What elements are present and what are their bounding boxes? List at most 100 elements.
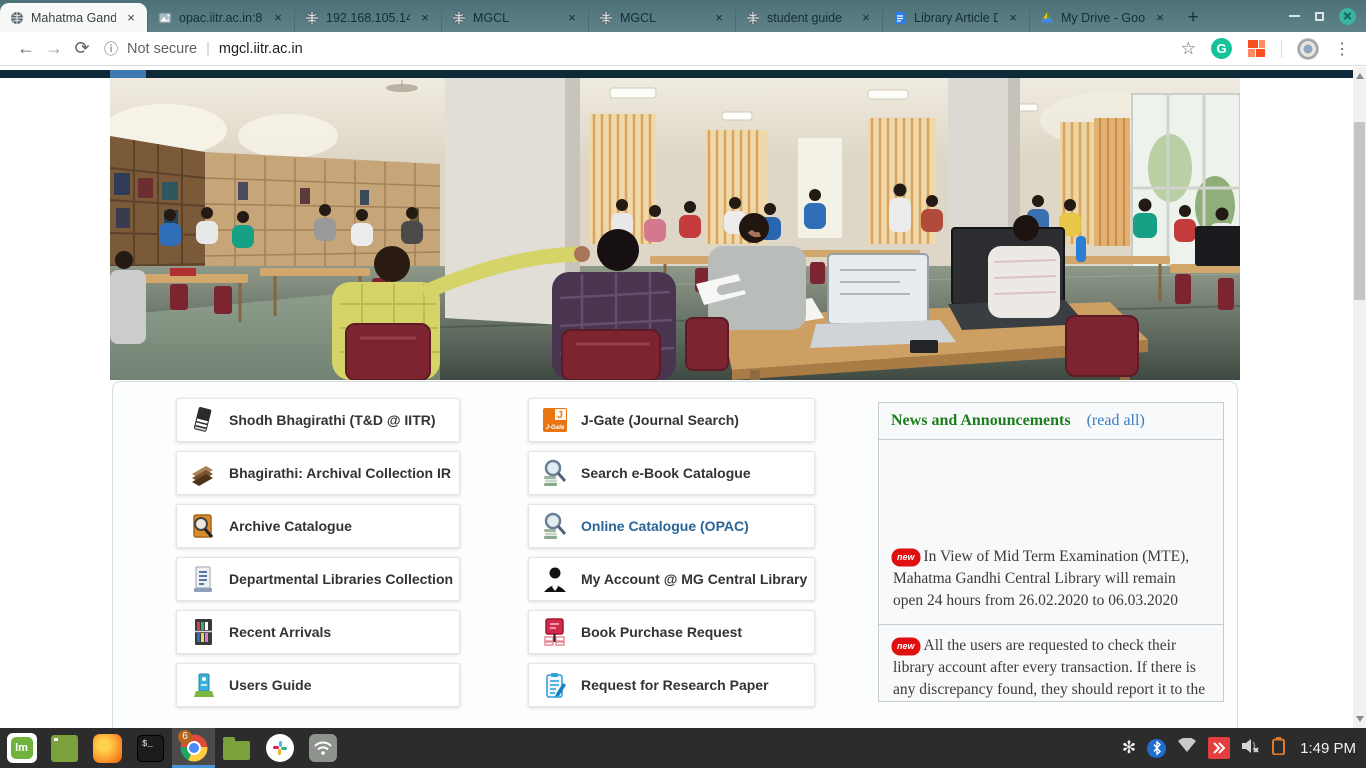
menu-kebab-icon[interactable]: ⋮ bbox=[1334, 39, 1350, 59]
toolbar-actions: ☆ G ⋮ bbox=[1181, 38, 1354, 60]
menu-shodh-bhagirathi[interactable]: Shodh Bhagirathi (T&D @ IITR) bbox=[176, 398, 460, 442]
info-icon[interactable]: ⓘ bbox=[104, 39, 118, 59]
extension-icon[interactable] bbox=[1247, 39, 1266, 58]
reload-button[interactable]: ⟳ bbox=[68, 38, 96, 59]
google-docs-icon bbox=[893, 11, 907, 25]
tab-title: MGCL bbox=[620, 11, 704, 25]
tab-mgcl-1[interactable]: MGCL × bbox=[441, 3, 588, 32]
thesis-book-icon bbox=[190, 406, 216, 434]
bookmark-star-icon[interactable]: ☆ bbox=[1181, 39, 1196, 59]
close-tab-icon[interactable]: × bbox=[1152, 10, 1168, 26]
address-bar[interactable]: ⓘ Not secure | mgcl.iitr.ac.in bbox=[104, 39, 1181, 59]
bookshelf-icon bbox=[190, 618, 216, 646]
bluetooth-icon[interactable] bbox=[1147, 739, 1166, 758]
minimize-button[interactable] bbox=[1289, 15, 1300, 17]
web-page: Shodh Bhagirathi (T&D @ IITR) Bhagirathi… bbox=[0, 67, 1366, 728]
page-scrollbar[interactable] bbox=[1353, 67, 1366, 728]
svg-text:J: J bbox=[557, 410, 563, 421]
menu-jgate[interactable]: JJ-Gate J-Gate (Journal Search) bbox=[528, 398, 815, 442]
tab-title: My Drive - Goog bbox=[1061, 11, 1145, 25]
menu-search-ebook[interactable]: Search e-Book Catalogue bbox=[528, 451, 815, 495]
slack-launcher[interactable] bbox=[258, 728, 301, 768]
taskbar: lm $_ 6 ✻ bbox=[0, 728, 1366, 768]
news-item: newAll the users are requested to check … bbox=[879, 624, 1223, 702]
wifi-icon bbox=[309, 734, 337, 762]
menu-label: Search e-Book Catalogue bbox=[581, 465, 751, 481]
close-tab-icon[interactable]: × bbox=[270, 10, 286, 26]
menu-research-paper-request[interactable]: Request for Research Paper bbox=[528, 663, 815, 707]
close-tab-icon[interactable]: × bbox=[417, 10, 433, 26]
archival-books-icon bbox=[190, 459, 216, 487]
clipboard-pencil-icon bbox=[542, 671, 568, 699]
guide-kiosk-icon bbox=[190, 671, 216, 699]
globe-icon bbox=[305, 11, 319, 25]
tab-mahatma-gandhi[interactable]: Mahatma Gand × bbox=[0, 3, 147, 32]
close-tab-icon[interactable]: × bbox=[123, 10, 139, 26]
menu-label: Online Catalogue (OPAC) bbox=[581, 518, 749, 534]
menu-label: Bhagirathi: Archival Collection IR bbox=[229, 465, 451, 481]
close-tab-icon[interactable]: × bbox=[1005, 10, 1021, 26]
mint-menu-button[interactable]: lm bbox=[0, 728, 43, 768]
read-all-link[interactable]: (read all) bbox=[1087, 412, 1145, 430]
window-controls bbox=[1289, 0, 1356, 32]
menu-archive-catalogue[interactable]: Archive Catalogue bbox=[176, 504, 460, 548]
network-settings-launcher[interactable] bbox=[301, 728, 344, 768]
wifi-tray-icon[interactable] bbox=[1177, 738, 1197, 758]
battery-icon[interactable] bbox=[1272, 737, 1285, 760]
person-icon bbox=[542, 565, 568, 593]
show-desktop-button[interactable] bbox=[43, 728, 86, 768]
menu-recent-arrivals[interactable]: Recent Arrivals bbox=[176, 610, 460, 654]
tab-library-article[interactable]: Library Article D × bbox=[882, 3, 1029, 32]
close-window-button[interactable] bbox=[1339, 8, 1356, 25]
menu-book-purchase[interactable]: Book Purchase Request bbox=[528, 610, 815, 654]
new-tab-button[interactable]: + bbox=[1176, 3, 1210, 32]
menu-label: Departmental Libraries Collection bbox=[229, 571, 453, 587]
menu-departmental-libraries[interactable]: Departmental Libraries Collection bbox=[176, 557, 460, 601]
restore-button[interactable] bbox=[1315, 12, 1324, 21]
url-text[interactable]: mgcl.iitr.ac.in bbox=[219, 41, 303, 57]
scroll-up-arrow[interactable] bbox=[1356, 73, 1364, 79]
archive-search-icon bbox=[190, 512, 216, 540]
forward-button[interactable]: → bbox=[40, 38, 68, 59]
chrome-launcher[interactable]: 6 bbox=[172, 728, 215, 768]
slack-tray-icon[interactable]: ✻ bbox=[1122, 738, 1136, 758]
profile-avatar[interactable] bbox=[1297, 38, 1319, 60]
menu-my-account[interactable]: My Account @ MG Central Library bbox=[528, 557, 815, 601]
system-tray: ✻ 1:49 PM bbox=[1122, 737, 1366, 760]
search-books-icon bbox=[542, 512, 568, 540]
close-tab-icon[interactable]: × bbox=[564, 10, 580, 26]
anydesk-icon[interactable] bbox=[1208, 737, 1230, 759]
globe-icon bbox=[599, 11, 613, 25]
site-nav-accent bbox=[110, 70, 146, 78]
library-photo bbox=[110, 78, 1240, 380]
news-item: newIn View of Mid Term Examination (MTE)… bbox=[879, 536, 1223, 624]
tab-my-drive[interactable]: My Drive - Goog × bbox=[1029, 3, 1176, 32]
menu-label: Users Guide bbox=[229, 677, 311, 693]
volume-muted-icon[interactable] bbox=[1241, 738, 1261, 759]
grammarly-extension-icon[interactable]: G bbox=[1211, 38, 1232, 59]
menu-label: J-Gate (Journal Search) bbox=[581, 412, 739, 428]
menu-online-catalogue-opac[interactable]: Online Catalogue (OPAC) bbox=[528, 504, 815, 548]
menu-bhagirathi-archival[interactable]: Bhagirathi: Archival Collection IR bbox=[176, 451, 460, 495]
back-button[interactable]: ← bbox=[12, 38, 40, 59]
scroll-down-arrow[interactable] bbox=[1356, 716, 1364, 722]
close-tab-icon[interactable]: × bbox=[858, 10, 874, 26]
taskbar-clock[interactable]: 1:49 PM bbox=[1300, 740, 1356, 757]
globe-icon bbox=[746, 11, 760, 25]
jgate-logo-icon: JJ-Gate bbox=[542, 406, 568, 434]
tab-title: Library Article D bbox=[914, 11, 998, 25]
terminal-launcher[interactable]: $_ bbox=[129, 728, 172, 768]
close-tab-icon[interactable]: × bbox=[711, 10, 727, 26]
tab-mgcl-2[interactable]: MGCL × bbox=[588, 3, 735, 32]
firefox-launcher[interactable] bbox=[86, 728, 129, 768]
red-book-icon bbox=[542, 618, 568, 646]
tab-opac[interactable]: opac.iitr.ac.in:8 × bbox=[147, 3, 294, 32]
tab-title: 192.168.105.14 bbox=[326, 11, 410, 25]
scrollbar-thumb[interactable] bbox=[1354, 122, 1365, 300]
tab-student-guide[interactable]: student guide × bbox=[735, 3, 882, 32]
menu-users-guide[interactable]: Users Guide bbox=[176, 663, 460, 707]
library-building-icon bbox=[190, 565, 216, 593]
files-launcher[interactable] bbox=[215, 728, 258, 768]
tab-ip-address[interactable]: 192.168.105.14 × bbox=[294, 3, 441, 32]
news-title: News and Announcements bbox=[891, 412, 1071, 430]
